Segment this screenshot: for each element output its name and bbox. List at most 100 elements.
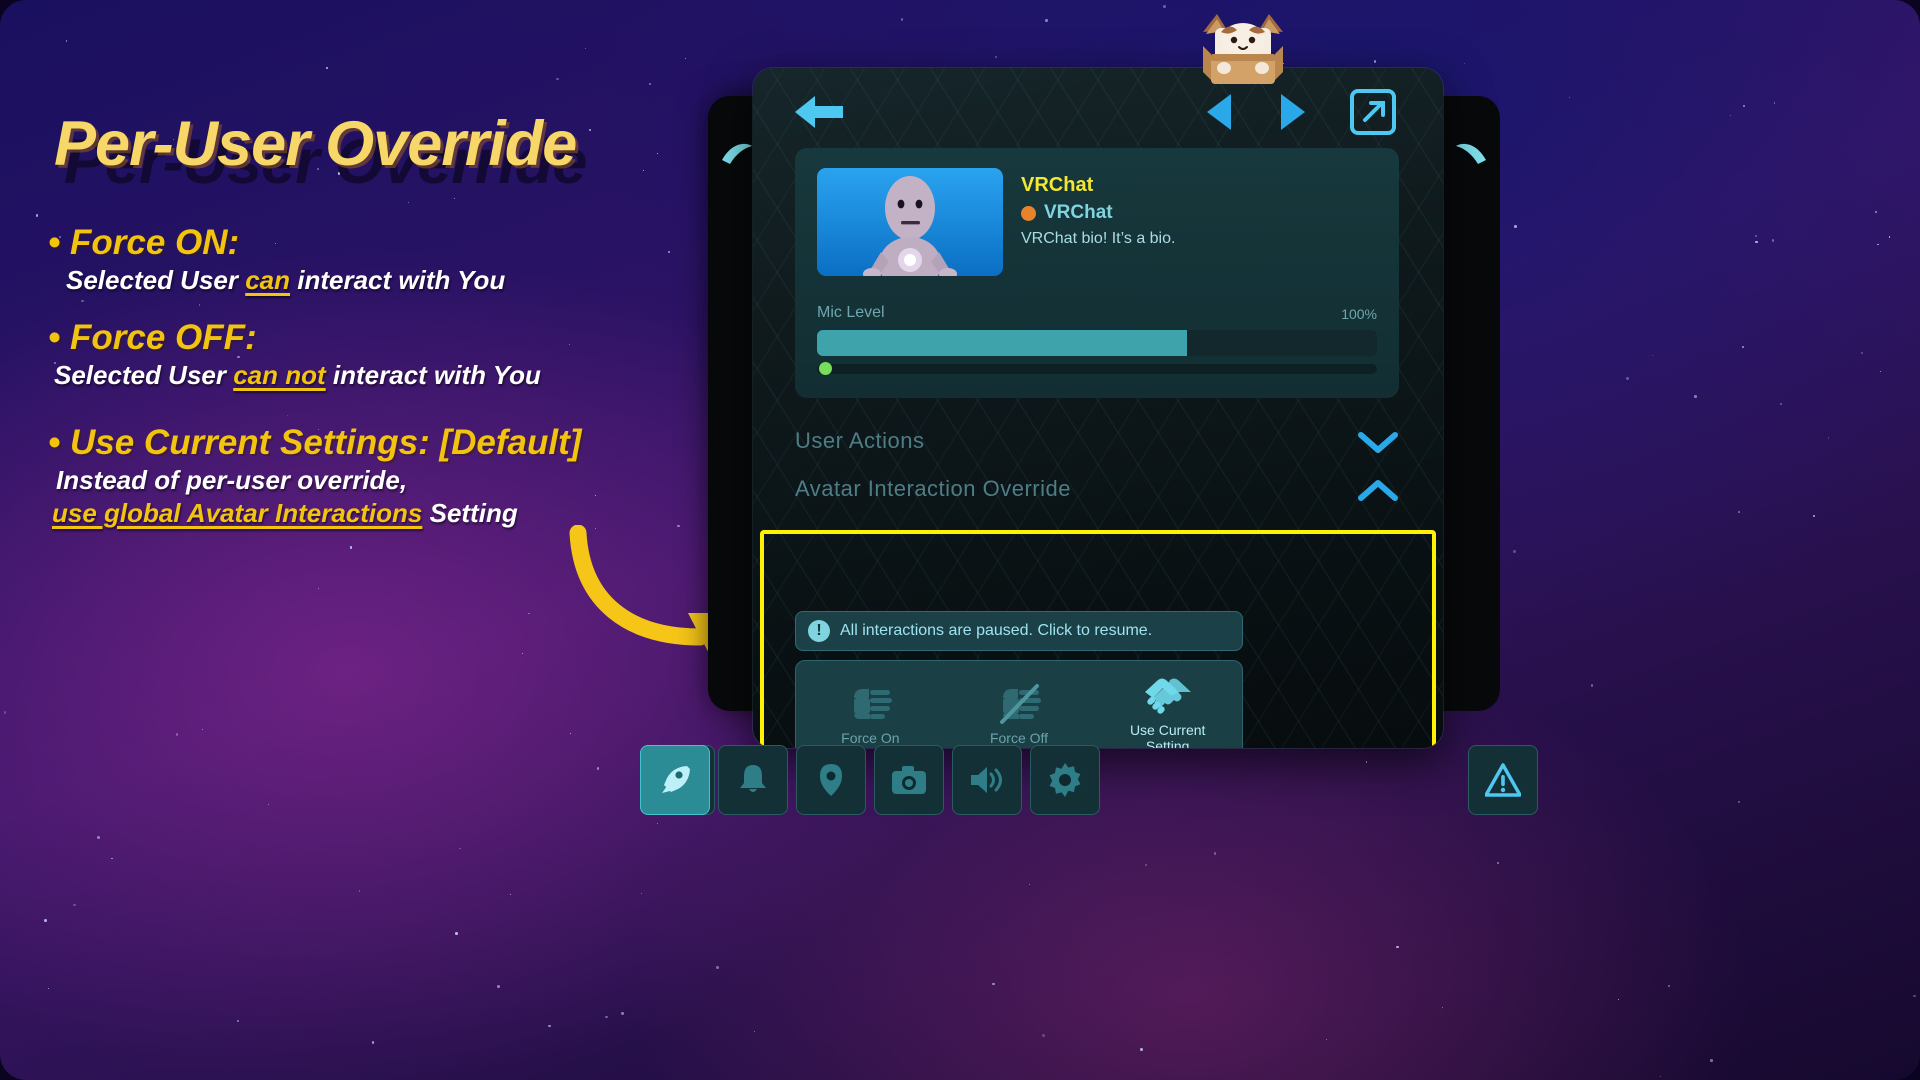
- star: [509, 893, 511, 896]
- star: [1496, 862, 1499, 864]
- star: [453, 198, 455, 200]
- star: [1213, 851, 1217, 855]
- star: [1738, 511, 1740, 513]
- sub-pre: Selected User: [54, 360, 234, 390]
- star: [1913, 994, 1917, 998]
- star: [1773, 101, 1776, 104]
- star: [1710, 1059, 1714, 1062]
- star: [594, 494, 597, 497]
- bullet-force-off: • Force OFF: Selected User can not inter…: [48, 318, 541, 391]
- star: [1045, 19, 1048, 22]
- star: [1652, 354, 1653, 356]
- bullet-force-off-title: Force OFF:: [70, 318, 257, 357]
- user-info-card[interactable]: VRChat VRChat VRChat bio! It’s a bio. Mi…: [795, 148, 1399, 398]
- sub-pre: Selected User: [66, 265, 246, 295]
- star: [1742, 346, 1745, 349]
- star: [1827, 437, 1830, 439]
- location-pin-icon: [820, 764, 842, 796]
- wing-icon: [722, 143, 752, 164]
- toolbar-settings-button[interactable]: [1030, 745, 1100, 815]
- toolbar-notifications-button[interactable]: [718, 745, 788, 815]
- star: [317, 588, 319, 589]
- override-button-row: Force On Force Off Use Current Setting: [795, 660, 1243, 748]
- star: [649, 83, 652, 86]
- rocket-icon: [662, 766, 690, 793]
- star: [1743, 105, 1746, 108]
- star: [286, 414, 289, 417]
- bullet-use-current-sub2: use global Avatar Interactions Setting: [52, 498, 581, 529]
- toolbar-volume-button[interactable]: [952, 745, 1022, 815]
- sub-highlight: can: [245, 265, 291, 295]
- bullet-use-current-title: Use Current Settings: [Default]: [70, 423, 582, 462]
- use-current-setting-button[interactable]: Use Current Setting: [1093, 661, 1242, 748]
- star: [1442, 1006, 1444, 1009]
- star: [754, 1031, 756, 1033]
- star: [1373, 60, 1376, 63]
- star: [48, 988, 50, 990]
- bullet-use-current-head: • Use Current Settings: [Default]: [48, 423, 581, 463]
- star: [900, 18, 903, 21]
- sub-post: interact with You: [325, 360, 541, 390]
- star: [1755, 241, 1758, 244]
- star: [528, 613, 530, 615]
- force-off-button[interactable]: Force Off: [945, 661, 1094, 748]
- warning-button[interactable]: [1468, 745, 1538, 815]
- bullet-marker: •: [48, 423, 61, 462]
- status-dot: [1021, 205, 1036, 221]
- star: [372, 1041, 375, 1044]
- star: [994, 55, 998, 58]
- interactions-paused-banner[interactable]: ! All interactions are paused. Click to …: [795, 611, 1243, 651]
- star: [1737, 800, 1740, 803]
- star: [1667, 984, 1671, 987]
- star: [1145, 864, 1148, 867]
- star: [716, 965, 720, 969]
- toolbar-rocket-button[interactable]: [640, 745, 710, 815]
- star: [621, 1012, 624, 1015]
- star: [73, 903, 76, 907]
- star: [81, 299, 84, 303]
- star: [1754, 234, 1757, 237]
- user-status-row: VRChat: [1021, 202, 1113, 224]
- chevron-up-icon[interactable]: [1357, 478, 1399, 504]
- force-on-button[interactable]: Force On: [796, 661, 945, 748]
- label-line1: Use Current: [1129, 721, 1206, 738]
- camera-icon: [892, 766, 926, 794]
- toolbar-location-button[interactable]: [796, 745, 866, 815]
- star: [407, 201, 409, 203]
- bottom-toolbar: [640, 745, 1360, 815]
- chevron-down-icon[interactable]: [1357, 430, 1399, 456]
- star: [605, 1015, 608, 1018]
- toolbar-camera-button[interactable]: [874, 745, 944, 815]
- bullet-force-on-sub: Selected User can interact with You: [66, 265, 505, 296]
- star: [667, 250, 671, 254]
- star: [202, 729, 204, 730]
- open-hand-icon: [854, 688, 893, 719]
- sub-highlight: use global Avatar Interactions: [52, 498, 423, 528]
- star: [44, 919, 47, 922]
- wing-icon: [1456, 143, 1486, 164]
- force-on-label: Force On: [841, 729, 900, 746]
- star: [570, 732, 572, 734]
- mic-level-label: Mic Level: [817, 304, 885, 321]
- bullet-force-off-head: • Force OFF:: [48, 318, 541, 358]
- mic-level-value: 100%: [1341, 306, 1377, 322]
- expand-icon[interactable]: [1349, 88, 1397, 136]
- prev-triangle-icon[interactable]: [1203, 90, 1237, 134]
- star: [568, 343, 570, 345]
- star: [358, 890, 361, 893]
- section-user-actions[interactable]: User Actions: [795, 428, 1399, 454]
- star: [1162, 5, 1166, 9]
- star: [585, 47, 587, 49]
- bullet-use-current-sub1: Instead of per-user override,: [56, 465, 408, 495]
- section-avatar-interaction-override[interactable]: Avatar Interaction Override: [795, 476, 1399, 502]
- back-arrow-icon[interactable]: [791, 90, 847, 134]
- next-triangle-icon[interactable]: [1275, 90, 1309, 134]
- star: [1512, 550, 1516, 554]
- star: [1813, 514, 1816, 517]
- mic-level-slider[interactable]: [817, 330, 1377, 356]
- star: [237, 1019, 240, 1022]
- star: [455, 931, 459, 935]
- star: [548, 1024, 552, 1028]
- sub-highlight: can not: [233, 360, 326, 390]
- sub-post: interact with You: [290, 265, 506, 295]
